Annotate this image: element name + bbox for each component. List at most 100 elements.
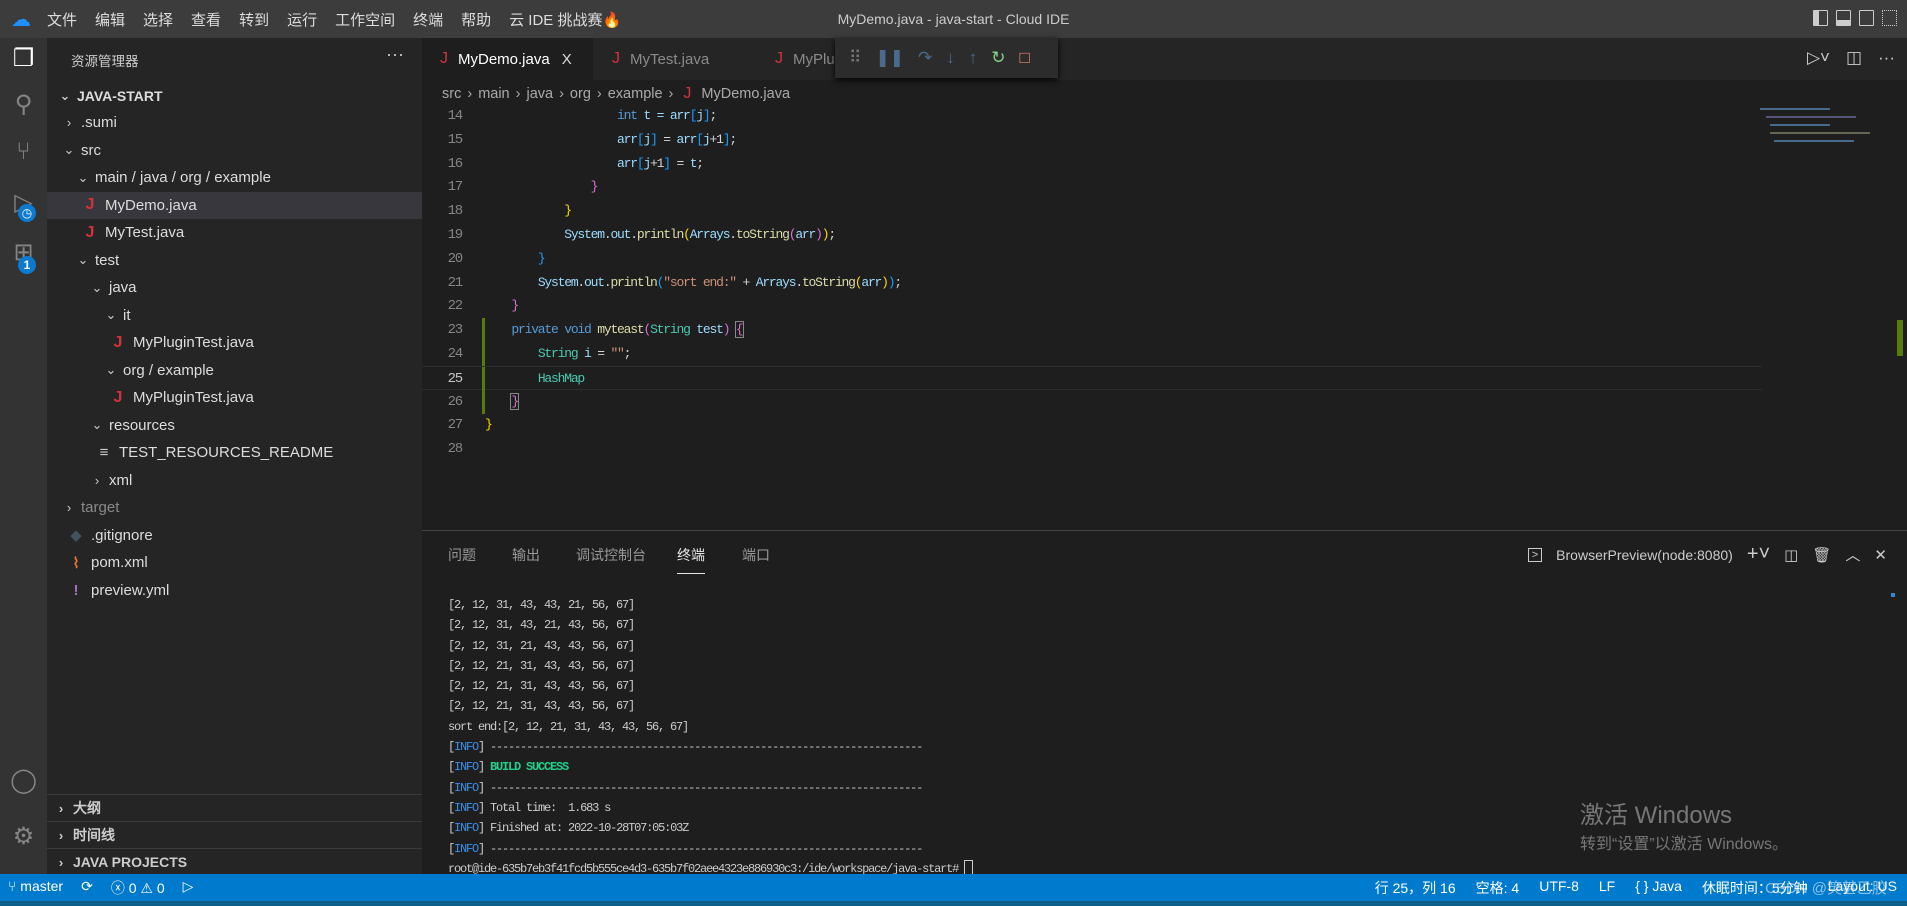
indentation[interactable]: 空格: 4 bbox=[1476, 878, 1520, 898]
tree-item[interactable]: › target bbox=[47, 494, 422, 521]
close-tab-icon[interactable]: X bbox=[562, 51, 572, 68]
tree-item[interactable]: ⌄ src bbox=[47, 137, 422, 164]
code-token: out bbox=[584, 274, 605, 290]
source-control-icon[interactable]: ⑂ bbox=[0, 138, 47, 166]
panel-tab[interactable]: 终端 bbox=[677, 545, 705, 574]
panel-tab[interactable]: 问题 bbox=[448, 545, 476, 565]
sync-icon[interactable]: ⟳ bbox=[81, 878, 93, 898]
section-java-projects[interactable]: › JAVA PROJECTS bbox=[47, 848, 422, 875]
split-terminal-icon[interactable]: ◫ bbox=[1784, 546, 1798, 564]
menu-item[interactable]: 查看 bbox=[191, 9, 221, 30]
tab-label: MyPlu bbox=[793, 50, 835, 68]
tree-item[interactable]: ≡ TEST_RESOURCES_README bbox=[47, 439, 422, 466]
restart-icon[interactable]: ↻ bbox=[991, 48, 1005, 68]
line-number: 16 bbox=[447, 155, 464, 172]
toggle-sidebar-icon[interactable] bbox=[1813, 10, 1828, 26]
terminal-text: ----------------------------------------… bbox=[490, 780, 923, 795]
tree-item[interactable]: › .sumi bbox=[47, 109, 422, 136]
tree-item[interactable]: J MyDemo.java bbox=[47, 191, 422, 219]
code-token: String bbox=[650, 322, 691, 338]
menu-item[interactable]: 运行 bbox=[287, 9, 317, 30]
breadcrumb-item[interactable]: example bbox=[608, 86, 663, 102]
step-out-icon[interactable]: ↑ bbox=[969, 48, 978, 68]
tree-item[interactable]: ⌄ org / example bbox=[47, 357, 422, 384]
tree-item[interactable]: ⌄ resources bbox=[47, 412, 422, 439]
run-icon[interactable]: ▷˅ bbox=[1807, 48, 1830, 68]
breadcrumb-item[interactable]: java bbox=[526, 86, 553, 102]
split-editor-icon[interactable]: ◫ bbox=[1846, 48, 1862, 68]
section-timeline[interactable]: › 时间线 bbox=[47, 821, 422, 848]
panel-tab[interactable]: 调试控制台 bbox=[576, 545, 646, 565]
tree-item[interactable]: ⌄ java bbox=[47, 274, 422, 301]
branch-item[interactable]: ⑂ master bbox=[8, 878, 63, 898]
terminal-line: [2, 12, 21, 31, 43, 43, 56, 67] bbox=[448, 696, 973, 716]
tree-item[interactable]: ⌄ test bbox=[47, 247, 422, 274]
encoding[interactable]: UTF-8 bbox=[1539, 878, 1579, 898]
tree-item[interactable]: ⌇ pom.xml bbox=[47, 549, 422, 576]
breadcrumb-item[interactable]: org bbox=[570, 86, 591, 102]
minimap[interactable] bbox=[1760, 108, 1890, 168]
tree-item[interactable]: ◆ .gitignore bbox=[47, 522, 422, 549]
editor-scrollbar[interactable] bbox=[1893, 108, 1907, 528]
menu-item[interactable]: 转到 bbox=[239, 9, 269, 30]
code-token: = bbox=[590, 346, 611, 361]
code-token: { bbox=[734, 321, 744, 339]
new-terminal-icon[interactable]: +˅ bbox=[1747, 543, 1770, 566]
menu-item[interactable]: 终端 bbox=[413, 9, 443, 30]
explorer-icon[interactable]: ❐ bbox=[0, 44, 47, 73]
panel-tab[interactable]: 输出 bbox=[512, 545, 540, 565]
toggle-panel-icon[interactable] bbox=[1836, 10, 1851, 26]
tree-item[interactable]: ⌄ it bbox=[47, 302, 422, 329]
line-ending[interactable]: LF bbox=[1599, 878, 1615, 898]
maximize-panel-icon[interactable]: ︿ bbox=[1845, 544, 1860, 565]
code-editor[interactable]: 14 int t = arr[j]; 15 arr[j] = arr[j+1]; 1… bbox=[422, 104, 1762, 524]
line-number: 24 bbox=[447, 346, 464, 362]
tree-item-label: .gitignore bbox=[91, 526, 153, 544]
terminal-selector[interactable]: BrowserPreview(node:8080) bbox=[1556, 547, 1733, 563]
close-panel-icon[interactable]: ✕ bbox=[1874, 546, 1887, 564]
tab-mytest[interactable]: J MyTest.java bbox=[594, 38, 757, 80]
menu-item[interactable]: 编辑 bbox=[95, 9, 125, 30]
toggle-secondary-sidebar-icon[interactable] bbox=[1859, 10, 1874, 26]
menu-item[interactable]: 云 IDE 挑战赛🔥 bbox=[509, 9, 621, 30]
code-line: 23 private void myteast(String test) { bbox=[422, 318, 1762, 343]
settings-gear-icon[interactable]: ⚙ bbox=[0, 822, 47, 851]
account-icon[interactable]: ◯ bbox=[0, 766, 47, 795]
workspace-root[interactable]: ⌄ JAVA-START bbox=[47, 82, 422, 109]
pause-icon[interactable]: ❚❚ bbox=[875, 48, 904, 68]
breadcrumb-item[interactable]: src bbox=[442, 86, 461, 102]
terminal-output[interactable]: [2, 12, 31, 43, 43, 21, 56, 67] [2, 12, 3… bbox=[448, 595, 974, 879]
more-icon[interactable]: ··· bbox=[1878, 48, 1895, 68]
tab-mydemo[interactable]: J MyDemo.java X bbox=[422, 38, 594, 80]
more-actions-icon[interactable]: ··· bbox=[386, 44, 404, 65]
problems-item[interactable]: ⓧ 0 ⚠ 0 bbox=[111, 878, 165, 898]
customize-layout-icon[interactable] bbox=[1882, 10, 1897, 26]
search-icon[interactable]: ⚲ bbox=[0, 90, 47, 119]
stop-icon[interactable]: □ bbox=[1019, 48, 1029, 68]
section-outline[interactable]: › 大纲 bbox=[47, 794, 422, 821]
chevron-down-icon: ⌄ bbox=[91, 279, 103, 295]
tree-item[interactable]: ! preview.yml bbox=[47, 577, 422, 604]
branch-name: master bbox=[20, 877, 64, 894]
language-mode[interactable]: { } Java bbox=[1635, 878, 1682, 898]
trash-icon[interactable]: 🗑 bbox=[1812, 546, 1831, 564]
tree-item[interactable]: J MyTest.java bbox=[47, 219, 422, 246]
menu-item[interactable]: 工作空间 bbox=[335, 9, 395, 30]
tree-item[interactable]: ⌄ main / java / org / example bbox=[47, 164, 422, 191]
panel-tab[interactable]: 端口 bbox=[742, 545, 770, 565]
tree-item[interactable]: J MyPluginTest.java bbox=[47, 384, 422, 411]
tree-item[interactable]: › xml bbox=[47, 467, 422, 494]
line-number: 23 bbox=[447, 322, 464, 339]
debug-status-icon[interactable]: ▷ bbox=[183, 878, 194, 898]
tree-item[interactable]: J MyPluginTest.java bbox=[47, 329, 422, 356]
code-line: 16 arr[j+1] = t; bbox=[422, 152, 1762, 176]
step-over-icon[interactable]: ↷ bbox=[918, 48, 932, 68]
breadcrumb-item[interactable]: MyDemo.java bbox=[701, 86, 790, 102]
cursor-position[interactable]: 行 25，列 16 bbox=[1375, 878, 1456, 898]
step-into-icon[interactable]: ↓ bbox=[946, 48, 955, 68]
menu-item[interactable]: 文件 bbox=[47, 9, 77, 30]
menu-item[interactable]: 选择 bbox=[143, 9, 173, 30]
breadcrumb-item[interactable]: main bbox=[478, 86, 509, 102]
menu-item[interactable]: 帮助 bbox=[461, 9, 491, 30]
drag-handle-icon[interactable]: ⠿ bbox=[849, 48, 861, 68]
